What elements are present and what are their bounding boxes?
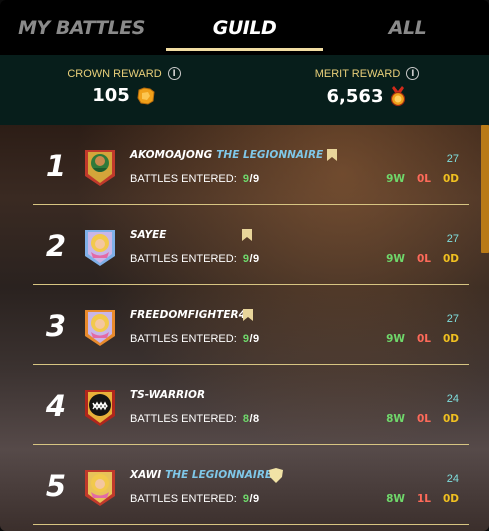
rewards-bar: CROWN REWARD i 105 MERIT REWARD i 6,563: [0, 55, 489, 125]
player-title: THE LEGIONNAIRE: [216, 149, 324, 161]
battles-entered-total: /9: [249, 333, 260, 345]
player-name[interactable]: AKOMOAJONG: [130, 149, 212, 161]
shield-icon: [269, 468, 283, 483]
player-name[interactable]: SAYEE: [130, 229, 166, 241]
crown-reward-value: 105: [92, 85, 130, 106]
score-value: 27: [446, 233, 459, 245]
score-value: 27: [446, 313, 459, 325]
losses-count: 0L: [416, 413, 431, 425]
blonde-mage-avatar[interactable]: [81, 466, 119, 508]
rank-number: 3: [45, 309, 67, 343]
battles-entered-total: /9: [249, 253, 260, 265]
info-icon[interactable]: i: [167, 67, 181, 80]
losses-count: 0L: [416, 253, 431, 265]
merit-reward-value: 6,563: [326, 85, 384, 107]
score-value: 27: [446, 153, 459, 165]
guild-leaderboard-panel: MY BATTLES GUILD ALL CROWN REWARD i 105 …: [0, 0, 489, 531]
battles-entered-label: BATTLES ENTERED:: [130, 413, 237, 425]
rank-number: 2: [45, 229, 67, 263]
rank-number: 4: [45, 389, 67, 423]
losses-count: 0L: [416, 333, 431, 345]
crown-reward-label: CROWN REWARD: [67, 67, 162, 80]
wins-count: 9W: [386, 333, 405, 345]
dark-beast-avatar[interactable]: [81, 386, 119, 428]
draws-count: 0D: [442, 333, 459, 345]
draws-count: 0D: [442, 253, 459, 265]
score-value: 24: [446, 393, 459, 405]
leaderboard-row[interactable]: 5 XAWI THE LEGIONNAIRE BATTLES ENTERED: 9…: [33, 445, 469, 525]
losses-count: 1L: [416, 493, 431, 505]
battles-entered-label: BATTLES ENTERED:: [130, 253, 237, 265]
losses-count: 0L: [416, 173, 431, 185]
wins-count: 8W: [386, 493, 405, 505]
draws-count: 0D: [442, 173, 459, 185]
player-name[interactable]: TS-WARRIOR: [130, 389, 205, 401]
win-loss-draw: 9W 0L 0D: [386, 333, 459, 345]
wins-count: 9W: [386, 173, 405, 185]
player-name[interactable]: FREEDOMFIGHTER4: [130, 309, 246, 321]
tab-my-battles[interactable]: MY BATTLES: [0, 0, 163, 55]
battles-entered-total: /9: [249, 173, 260, 185]
win-loss-draw: 8W 1L 0D: [386, 493, 459, 505]
wins-count: 8W: [386, 413, 405, 425]
score-value: 24: [446, 473, 459, 485]
rank-number: 5: [45, 469, 67, 503]
leaderboard-row[interactable]: 3 FREEDOMFIGHTER4 BATTLES ENTERED: 9/9 2…: [33, 285, 469, 365]
merit-reward: MERIT REWARD i 6,563: [287, 67, 447, 107]
bookmark-icon: [243, 309, 253, 321]
leaderboard-row[interactable]: 4 TS-WARRIOR BATTLES ENTERED: 8/8 24 8W …: [33, 365, 469, 445]
tab-all[interactable]: ALL: [326, 0, 489, 55]
leaderboard-row[interactable]: 1 AKOMOAJONG THE LEGIONNAIRE BATTLES ENTE…: [33, 125, 469, 205]
green-warrior-avatar[interactable]: [81, 146, 119, 188]
battles-entered-label: BATTLES ENTERED:: [130, 333, 237, 345]
win-loss-draw: 9W 0L 0D: [386, 253, 459, 265]
draws-count: 0D: [442, 493, 459, 505]
battles-entered-label: BATTLES ENTERED:: [130, 493, 237, 505]
battles-entered-total: /8: [249, 413, 260, 425]
bookmark-icon: [242, 229, 252, 241]
blonde-mage-avatar[interactable]: [81, 226, 119, 268]
win-loss-draw: 8W 0L 0D: [386, 413, 459, 425]
tab-guild[interactable]: GUILD: [163, 0, 326, 55]
wins-count: 9W: [386, 253, 405, 265]
merit-medal-icon: [391, 86, 406, 107]
scrollbar-thumb[interactable]: [481, 125, 489, 253]
draws-count: 0D: [442, 413, 459, 425]
player-title: THE LEGIONNAIRE: [165, 469, 273, 481]
win-loss-draw: 9W 0L 0D: [386, 173, 459, 185]
info-icon[interactable]: i: [406, 67, 420, 80]
bookmark-icon: [327, 149, 337, 161]
merit-reward-label: MERIT REWARD: [314, 67, 401, 80]
rank-number: 1: [45, 149, 67, 183]
battles-entered-total: /9: [249, 493, 260, 505]
blonde-mage-avatar[interactable]: [81, 306, 119, 348]
leaderboard-row[interactable]: 2 SAYEE BATTLES ENTERED: 9/9 27 9W 0L 0D: [33, 205, 469, 285]
player-name[interactable]: XAWI: [130, 469, 161, 481]
crown-token-icon: [137, 86, 155, 105]
crown-reward: CROWN REWARD i 105: [44, 67, 204, 106]
battles-entered-label: BATTLES ENTERED:: [130, 173, 237, 185]
tab-bar: MY BATTLES GUILD ALL: [0, 0, 489, 55]
